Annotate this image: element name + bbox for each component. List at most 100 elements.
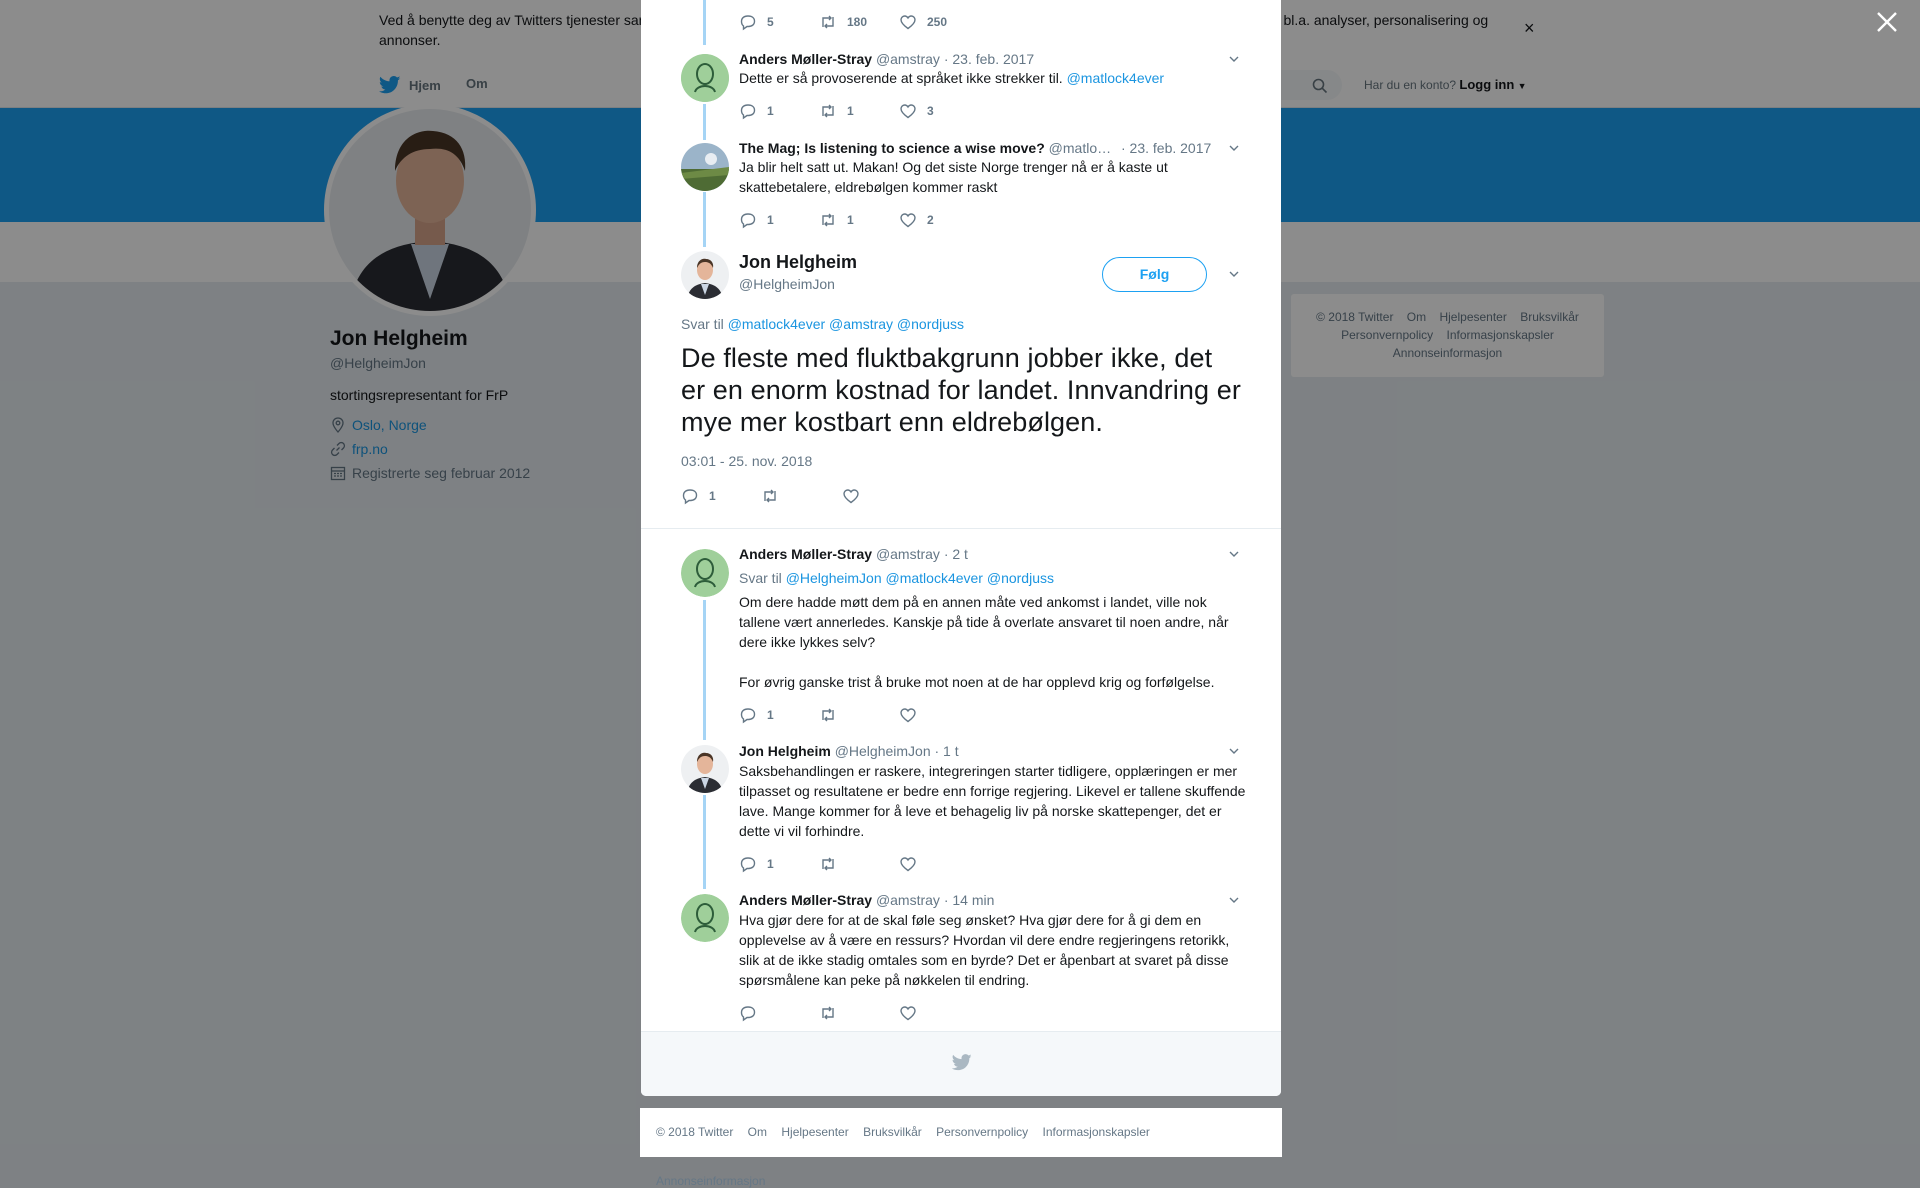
author-handle[interactable]: @HelgheimJon [835, 743, 931, 759]
main-tweet-text: De fleste med fluktbakgrunn jobber ikke,… [681, 343, 1241, 437]
reply-button[interactable]: 1 [681, 486, 716, 506]
avatar[interactable] [681, 745, 729, 793]
retweet-count: 180 [847, 15, 868, 29]
retweet-button[interactable] [761, 486, 779, 506]
like-button[interactable]: 2 [899, 210, 934, 230]
author-name[interactable]: Anders Møller-Stray [739, 546, 872, 562]
reply-icon [740, 1006, 756, 1022]
tweet-time[interactable]: · 23. feb. 2017 [944, 51, 1034, 67]
like-button[interactable]: 3 [899, 101, 934, 121]
retweet-button[interactable] [819, 1003, 837, 1023]
author-handle[interactable]: @amstray [876, 892, 940, 908]
divider [641, 528, 1281, 529]
heart-icon [900, 15, 916, 30]
avatar[interactable] [681, 549, 729, 597]
like-button[interactable] [899, 1003, 917, 1023]
reply-button[interactable]: 1 [739, 705, 774, 725]
retweet-button[interactable]: 180 [819, 12, 867, 32]
tweet-header: Anders Møller-Stray @amstray · 23. feb. … [739, 50, 1034, 68]
footer-privacy[interactable]: Personvernpolicy [936, 1125, 1028, 1139]
like-count: 2 [927, 213, 934, 227]
author-handle[interactable]: @amstray [876, 51, 940, 67]
tweet-time[interactable]: · 2 t [944, 546, 968, 562]
retweet-button[interactable]: 1 [819, 210, 854, 230]
heart-icon [900, 1006, 916, 1021]
modal-bottom-bar [641, 1031, 1281, 1096]
reply-button[interactable]: 1 [739, 210, 774, 230]
tweet-time[interactable]: · 23. feb. 2017 [1121, 140, 1211, 156]
retweet-icon [822, 708, 834, 722]
retweet-icon [822, 15, 834, 29]
author-name[interactable]: Jon Helgheim [739, 252, 857, 273]
avatar[interactable] [681, 54, 729, 102]
heart-icon [900, 708, 916, 723]
footer-terms[interactable]: Bruksvilkår [863, 1125, 922, 1139]
retweet-button[interactable] [819, 854, 837, 874]
close-icon[interactable] [1872, 10, 1902, 40]
tweet-text-content: Dette er så provoserende at språket ikke… [739, 70, 1063, 86]
like-button[interactable] [899, 705, 917, 725]
tweet-header: Jon Helgheim @HelgheimJon · 1 t [739, 742, 959, 760]
like-count: 3 [927, 104, 934, 118]
chevron-down-icon[interactable] [1226, 140, 1242, 156]
author-handle[interactable]: @matlo… [1049, 140, 1111, 156]
reply-icon [740, 213, 756, 229]
retweet-button[interactable] [819, 705, 837, 725]
reply-button[interactable]: 1 [739, 854, 774, 874]
like-button[interactable] [899, 854, 917, 874]
footer-cookies[interactable]: Informasjonskapsler [1043, 1125, 1150, 1139]
footer-help[interactable]: Hjelpesenter [781, 1125, 848, 1139]
tweet-text: Hva gjør dere for at de skal føle seg øn… [739, 912, 1230, 988]
reply-count: 1 [767, 857, 774, 871]
heart-icon [900, 104, 916, 119]
chevron-down-icon[interactable] [1226, 892, 1242, 908]
avatar[interactable] [681, 251, 729, 299]
thread-line [703, 795, 706, 889]
like-button[interactable]: 250 [899, 12, 947, 32]
like-button[interactable] [842, 486, 860, 506]
tweet-header: Anders Møller-Stray @amstray · 14 min [739, 891, 994, 909]
reply-to-mentions[interactable]: @HelgheimJon @matlock4ever @nordjuss [786, 570, 1054, 586]
follow-button[interactable]: Følg [1102, 257, 1207, 292]
author-name[interactable]: The Mag; Is listening to science a wise … [739, 140, 1045, 156]
avatar[interactable] [681, 143, 729, 191]
reply-count: 1 [709, 489, 716, 503]
chevron-down-icon[interactable] [1226, 743, 1242, 759]
author-name[interactable]: Anders Møller-Stray [739, 892, 872, 908]
reply-to-label: Svar til [681, 316, 724, 332]
tweet-time[interactable]: · 14 min [944, 892, 995, 908]
modal-footer: © 2018 Twitter Om Hjelpesenter Bruksvilk… [640, 1108, 1282, 1188]
author-handle[interactable]: @HelgheimJon [739, 276, 835, 292]
main-tweet-timestamp[interactable]: 03:01 - 25. nov. 2018 [681, 453, 812, 469]
chevron-down-icon[interactable] [1226, 546, 1242, 562]
reply-button[interactable]: 5 [739, 12, 774, 32]
footer-copyright: © 2018 Twitter [656, 1125, 734, 1139]
footer-about[interactable]: Om [748, 1125, 767, 1139]
chevron-down-icon[interactable] [1226, 51, 1242, 67]
reply-count: 1 [767, 708, 774, 722]
author-name[interactable]: Jon Helgheim [739, 743, 831, 759]
reply-to-mentions[interactable]: @matlock4ever @amstray @nordjuss [728, 316, 964, 332]
footer-ads-info[interactable]: Annonseinformasjon [656, 1174, 765, 1188]
reply-button[interactable]: 1 [739, 101, 774, 121]
retweet-count: 1 [847, 104, 854, 118]
retweet-icon [764, 489, 776, 503]
mention-link[interactable]: @matlock4ever [1067, 70, 1164, 86]
retweet-button[interactable]: 1 [819, 101, 854, 121]
reply-icon [740, 15, 756, 31]
tweet-header: The Mag; Is listening to science a wise … [739, 139, 1211, 157]
thread-line [703, 104, 706, 140]
tweet-time[interactable]: · 1 t [935, 743, 959, 759]
reply-icon [740, 708, 756, 724]
retweet-icon [822, 1006, 834, 1020]
retweet-icon [822, 857, 834, 871]
author-handle[interactable]: @amstray [876, 546, 940, 562]
reply-button[interactable] [739, 1003, 757, 1023]
chevron-down-icon[interactable] [1226, 266, 1242, 282]
author-name[interactable]: Anders Møller-Stray [739, 51, 872, 67]
tweet-text: Dette er så provoserende at språket ikke… [739, 68, 1249, 88]
heart-icon [900, 857, 916, 872]
retweet-count: 1 [847, 213, 854, 227]
avatar[interactable] [681, 894, 729, 942]
tweet-paragraph: Om dere hadde møtt dem på en annen måte … [739, 594, 1229, 650]
